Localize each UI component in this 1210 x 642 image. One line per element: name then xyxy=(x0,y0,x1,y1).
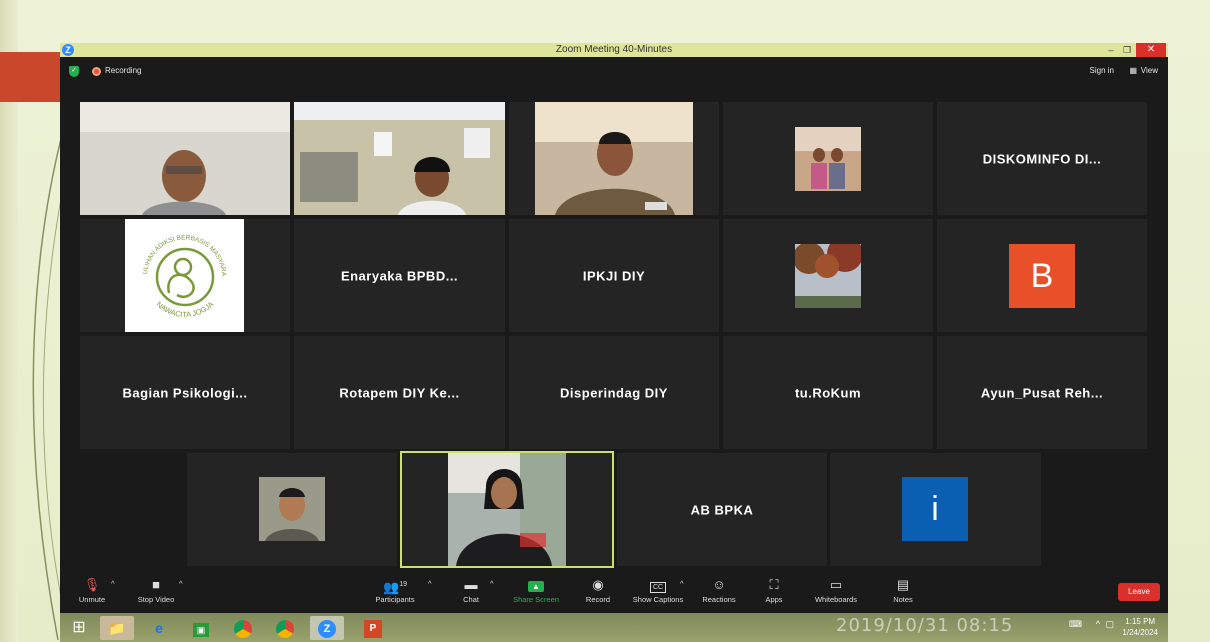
video-tile-participant-10[interactable]: B xyxy=(937,219,1147,332)
chrome-icon-2[interactable] xyxy=(268,616,302,640)
video-tile-participant-13[interactable]: Disperindag DIY xyxy=(509,336,719,449)
record-button[interactable]: ◉ Record xyxy=(581,575,615,605)
video-camera-icon: ■ xyxy=(152,577,160,592)
record-icon: ◉ xyxy=(592,577,604,592)
stop-video-button[interactable]: ■ Stop Video xyxy=(132,575,180,605)
avatar-b: B xyxy=(1009,244,1075,308)
apps-icon: ⛶ xyxy=(769,577,779,592)
video-options-caret-icon[interactable]: ^ xyxy=(179,579,183,588)
profile-photo xyxy=(259,477,325,541)
meeting-top-bar: ✓ Recording Sign in ▦ View xyxy=(60,57,1168,85)
whiteboard-icon: ▭ xyxy=(829,577,843,592)
chrome-icon[interactable] xyxy=(226,616,260,640)
notes-button[interactable]: ▤ Notes xyxy=(890,575,916,605)
participant-name: Ayun_Pusat Reh... xyxy=(980,385,1104,400)
captions-caret-icon[interactable]: ^ xyxy=(680,579,684,588)
title-bar: Z Zoom Meeting 40-Minutes – ❐ ✕ xyxy=(60,43,1168,57)
video-tile-participant-15[interactable]: Ayun_Pusat Reh... xyxy=(937,336,1147,449)
meeting-toolbar: 🎙 Unmute ^ ■ Stop Video ^ 👥19 Participan… xyxy=(60,571,1168,613)
video-tile-participant-4[interactable] xyxy=(723,102,933,215)
participants-count: 19 xyxy=(399,581,407,588)
participant-name: tu.RoKum xyxy=(794,385,862,400)
video-tile-participant-11[interactable]: Bagian Psikologi... xyxy=(80,336,290,449)
profile-photo xyxy=(795,127,861,191)
chat-bubble-icon: ▬ xyxy=(464,577,478,592)
leave-button[interactable]: Leave xyxy=(1118,583,1160,601)
video-tile-participant-1[interactable] xyxy=(80,102,290,215)
participants-caret-icon[interactable]: ^ xyxy=(428,579,432,588)
participant-name: Bagian Psikologi... xyxy=(122,385,248,400)
clock-date: 1/24/2024 xyxy=(1122,628,1158,637)
audio-options-caret-icon[interactable]: ^ xyxy=(111,579,115,588)
participant-name: Rotapem DIY Ke... xyxy=(339,385,460,400)
security-shield-icon[interactable]: ✓ xyxy=(69,66,79,77)
tray-caret-icon[interactable]: ^ xyxy=(1096,619,1100,629)
start-windows-icon[interactable]: ⊞ xyxy=(64,616,94,640)
video-tile-participant-9[interactable] xyxy=(723,219,933,332)
participants-icon: 👥19 xyxy=(383,579,407,595)
windows-taskbar: ⊞ 📁 e ▣ Z P 2019/10/31 08:15 ⌨ ^ ▢ 1:15 … xyxy=(60,613,1168,642)
participant-video xyxy=(535,102,693,215)
recording-dot-icon xyxy=(92,67,101,76)
captions-cc-icon: CC xyxy=(630,575,686,595)
active-speaker-tile[interactable] xyxy=(400,451,614,568)
whiteboards-button[interactable]: ▭ Whiteboards xyxy=(810,575,862,605)
video-tile-participant-2[interactable] xyxy=(294,102,505,215)
share-screen-button[interactable]: ▲ Share Screen xyxy=(510,575,562,605)
video-tile-participant-8[interactable]: IPKJI DIY xyxy=(509,219,719,332)
network-icon[interactable]: ▢ xyxy=(1105,619,1114,630)
participant-name: IPKJI DIY xyxy=(582,268,646,283)
reactions-button[interactable]: ☺ Reactions xyxy=(698,575,740,605)
participant-video xyxy=(448,453,566,566)
store-icon[interactable]: ▣ xyxy=(184,616,218,640)
video-tile-participant-14[interactable]: tu.RoKum xyxy=(723,336,933,449)
grid-view-icon[interactable]: ▦ xyxy=(1129,67,1137,75)
video-tile-participant-7[interactable]: Enaryaka BPBD... xyxy=(294,219,505,332)
participant-video xyxy=(294,102,505,215)
avatar-i: i xyxy=(902,477,968,541)
video-tile-participant-16[interactable] xyxy=(187,453,397,566)
keyboard-icon[interactable]: ⌨ xyxy=(1069,619,1082,630)
restore-button[interactable]: ❐ xyxy=(1118,43,1136,57)
video-tile-participant-6[interactable]: PEMULIHAN ADIKSI BERBASIS MASYARAKAT NAW… xyxy=(80,219,290,332)
zoom-window: Z Zoom Meeting 40-Minutes – ❐ ✕ ✓ Record… xyxy=(60,43,1168,613)
system-clock[interactable]: 1:15 PM 1/24/2024 xyxy=(1122,616,1158,638)
show-captions-button[interactable]: CC Show Captions xyxy=(630,575,686,605)
sign-in-link[interactable]: Sign in xyxy=(1090,65,1114,77)
zoom-taskbar-icon[interactable]: Z xyxy=(310,616,344,640)
participant-name: Disperindag DIY xyxy=(560,385,668,400)
unmute-button[interactable]: 🎙 Unmute xyxy=(74,575,110,605)
close-button[interactable]: ✕ xyxy=(1136,43,1166,57)
video-tile-participant-3[interactable] xyxy=(509,102,719,215)
photo-timestamp: 2019/10/31 08:15 xyxy=(836,615,1014,636)
participant-name: DISKOMINFO DI... xyxy=(982,151,1102,166)
video-tile-participant-17[interactable]: AB BPKA xyxy=(617,453,827,566)
internet-explorer-icon[interactable]: e xyxy=(142,616,176,640)
participant-name: Enaryaka BPBD... xyxy=(340,268,459,283)
profile-photo xyxy=(795,244,861,308)
clock-time: 1:15 PM xyxy=(1125,617,1156,626)
chat-caret-icon[interactable]: ^ xyxy=(490,579,494,588)
nawacita-jogja-logo: PEMULIHAN ADIKSI BERBASIS MASYARAKAT NAW… xyxy=(125,219,244,332)
reactions-smiley-icon: ☺ xyxy=(712,577,726,592)
microphone-muted-icon: 🎙 xyxy=(83,577,101,592)
recording-label: Recording xyxy=(105,66,142,75)
notes-icon: ▤ xyxy=(896,577,910,592)
participants-button[interactable]: 👥19 Participants xyxy=(370,575,420,605)
apps-button[interactable]: ⛶ Apps xyxy=(760,575,788,605)
video-tile-participant-5[interactable]: DISKOMINFO DI... xyxy=(937,102,1147,215)
file-explorer-icon[interactable]: 📁 xyxy=(100,616,134,640)
powerpoint-icon[interactable]: P xyxy=(356,616,390,640)
window-title: Zoom Meeting 40-Minutes xyxy=(555,44,673,55)
video-tile-participant-12[interactable]: Rotapem DIY Ke... xyxy=(294,336,505,449)
chat-button[interactable]: ▬ Chat xyxy=(456,575,486,605)
view-button[interactable]: View xyxy=(1141,65,1158,77)
participant-name: AB BPKA xyxy=(690,502,754,517)
share-screen-icon: ▲ xyxy=(510,575,562,595)
participant-video xyxy=(80,102,290,215)
video-tile-participant-18[interactable]: i xyxy=(830,453,1041,566)
